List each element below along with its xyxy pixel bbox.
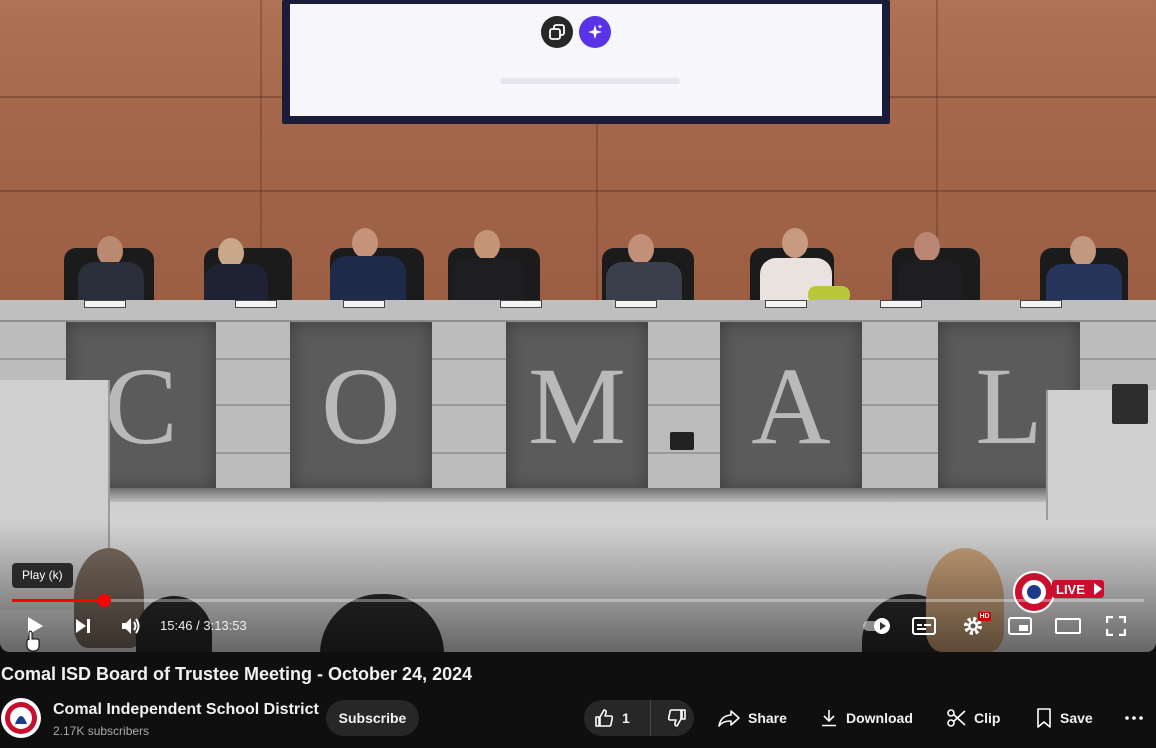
fullscreen-icon bbox=[1106, 616, 1126, 636]
subscriber-count: 2.17K subscribers bbox=[53, 724, 150, 738]
hd-badge: HD bbox=[978, 612, 991, 621]
share-icon bbox=[718, 710, 740, 727]
channel-avatar[interactable] bbox=[1, 698, 41, 738]
autoplay-toggle[interactable] bbox=[862, 612, 894, 640]
district-logo-icon bbox=[2, 699, 40, 737]
autoplay-icon bbox=[863, 618, 890, 634]
progress-bar[interactable] bbox=[12, 594, 1144, 607]
subscribe-button[interactable]: Subscribe bbox=[326, 700, 419, 736]
save-button[interactable]: Save bbox=[1026, 700, 1103, 736]
theater-icon bbox=[1055, 618, 1081, 634]
play-tooltip: Play (k) bbox=[12, 563, 73, 588]
live-streaming-badge: LIVE bbox=[1012, 570, 1108, 614]
dais-desk bbox=[0, 300, 1156, 322]
video-player[interactable]: C O M A L LIVE Play (k) 15:46 / 3:13:53 … bbox=[0, 0, 1156, 652]
theater-mode-button[interactable] bbox=[1054, 612, 1082, 640]
copy-icon[interactable] bbox=[541, 16, 573, 48]
bookmark-icon bbox=[1037, 708, 1051, 728]
like-button[interactable]: 1 bbox=[584, 700, 652, 736]
nameplate bbox=[615, 300, 657, 308]
svg-text:LIVE: LIVE bbox=[1056, 582, 1085, 597]
sparkle-icon[interactable] bbox=[579, 16, 611, 48]
volume-icon bbox=[122, 618, 140, 634]
more-actions-button[interactable] bbox=[1116, 700, 1152, 736]
dais-base bbox=[0, 488, 1156, 502]
laptop bbox=[1112, 384, 1148, 424]
nameplate bbox=[1020, 300, 1062, 308]
download-icon bbox=[822, 710, 836, 727]
dais-letter-panel: M bbox=[506, 322, 648, 490]
next-icon bbox=[76, 619, 90, 633]
nameplate bbox=[84, 300, 126, 308]
like-count: 1 bbox=[622, 710, 630, 726]
time-display: 15:46 / 3:13:53 bbox=[160, 618, 247, 633]
miniplayer-button[interactable] bbox=[1006, 612, 1034, 640]
subtitles-icon bbox=[912, 617, 936, 635]
channel-name[interactable]: Comal Independent School District bbox=[53, 701, 319, 719]
share-button[interactable]: Share bbox=[708, 700, 797, 736]
nameplate bbox=[880, 300, 922, 308]
thumbs-up-icon bbox=[595, 709, 614, 727]
dais-letter-panel: O bbox=[290, 322, 432, 490]
nameplate bbox=[235, 300, 277, 308]
nameplate bbox=[765, 300, 807, 308]
power-outlet bbox=[670, 432, 694, 450]
video-title: Comal ISD Board of Trustee Meeting - Oct… bbox=[1, 664, 473, 684]
volume-button[interactable] bbox=[116, 612, 146, 640]
fullscreen-button[interactable] bbox=[1102, 612, 1130, 640]
dais-letter-panel: A bbox=[720, 322, 862, 490]
more-horizontal-icon bbox=[1125, 716, 1143, 720]
download-button[interactable]: Download bbox=[810, 700, 923, 736]
clip-button[interactable]: Clip bbox=[936, 700, 1011, 736]
progress-played bbox=[12, 599, 104, 602]
wall-seam bbox=[0, 190, 1156, 192]
scrubber-knob[interactable] bbox=[97, 594, 111, 607]
mouse-cursor-icon bbox=[26, 630, 40, 652]
nameplate bbox=[500, 300, 542, 308]
like-dislike-group: 1 bbox=[584, 700, 694, 736]
thumbs-down-icon bbox=[667, 709, 686, 727]
next-button[interactable] bbox=[68, 612, 98, 640]
nameplate bbox=[343, 300, 385, 308]
miniplayer-icon bbox=[1008, 617, 1032, 635]
dislike-button[interactable] bbox=[659, 700, 694, 736]
settings-button[interactable]: HD bbox=[958, 612, 991, 640]
subtitles-button[interactable] bbox=[910, 612, 938, 640]
scissors-icon bbox=[947, 709, 966, 727]
